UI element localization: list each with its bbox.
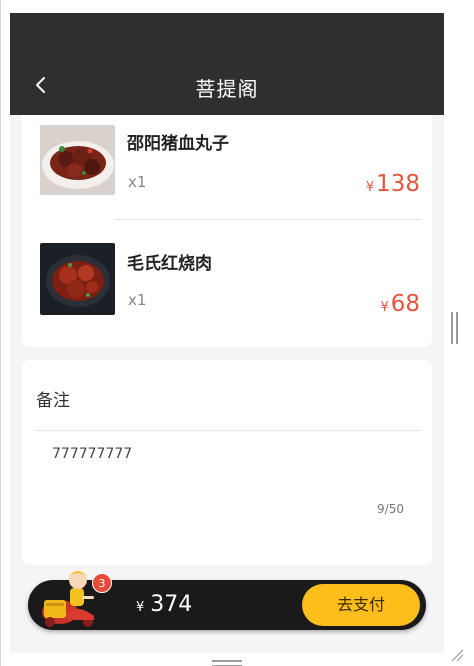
scroll-handle[interactable] [451,312,458,344]
currency-symbol: ¥ [136,600,145,615]
dish-quantity: x1 [128,291,147,309]
cart-bar: 3 ¥374 去支付 [28,571,426,630]
remark-divider [34,430,422,431]
total-value: 374 [150,592,193,617]
remark-label: 备注 [36,391,70,411]
page-title: 菩提阁 [195,77,259,101]
dish-photo [40,243,115,315]
dish-photo [40,125,115,195]
remark-char-count: 9/50 [377,502,404,516]
courier-icon[interactable] [38,560,110,632]
remark-textarea[interactable]: 777777777 [52,446,132,462]
dish-row[interactable]: 邵阳猪血丸子 x1 ¥138 [22,115,432,220]
remark-card: 备注 777777777 9/50 [22,360,432,565]
browser-frame: 菩提阁 邵阳猪血丸子 x1 ¥138 毛氏红烧肉 x1 ¥68 备注 77777… [0,0,474,666]
item-divider [115,219,421,220]
dish-name: 邵阳猪血丸子 [127,134,229,154]
dish-price: ¥68 [380,291,420,317]
price-value: 68 [390,291,420,317]
frame-border [0,0,1,666]
currency-symbol: ¥ [380,300,389,315]
dish-row[interactable]: 毛氏红烧肉 x1 ¥68 [22,227,432,327]
app-header: 菩提阁 [10,13,444,115]
order-items-card: 邵阳猪血丸子 x1 ¥138 毛氏红烧肉 x1 ¥68 [22,115,432,347]
drag-handle[interactable] [212,652,242,666]
currency-symbol: ¥ [365,180,375,195]
price-value: 138 [376,171,420,197]
dish-price: ¥138 [366,171,420,197]
resize-grip-icon[interactable] [448,646,464,662]
mobile-viewport: 菩提阁 邵阳猪血丸子 x1 ¥138 毛氏红烧肉 x1 ¥68 备注 77777… [10,13,444,653]
dish-name: 毛氏红烧肉 [127,254,212,274]
pay-button[interactable]: 去支付 [302,584,420,626]
cart-count-badge: 3 [92,573,112,593]
cart-total: ¥374 [136,592,192,617]
dish-quantity: x1 [128,173,147,191]
